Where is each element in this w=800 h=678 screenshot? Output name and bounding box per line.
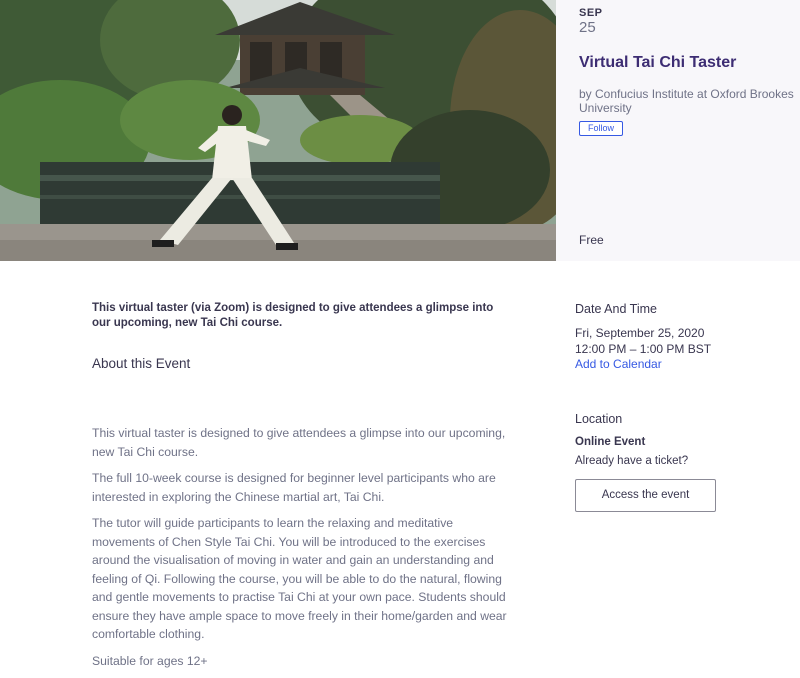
location-heading: Location xyxy=(575,412,623,426)
about-heading: About this Event xyxy=(92,356,191,371)
event-date: Fri, September 25, 2020 xyxy=(575,326,705,340)
event-location: Online Event xyxy=(575,436,646,448)
ticket-question: Already have a ticket? xyxy=(575,455,689,467)
access-event-button[interactable]: Access the event xyxy=(575,479,716,512)
event-title: Virtual Tai Chi Taster xyxy=(579,54,737,71)
event-month: SEP xyxy=(579,7,603,19)
organizer-name[interactable]: by Confucius Institute at Oxford Brookes… xyxy=(579,87,799,115)
description-paragraph: This virtual taster is designed to give … xyxy=(92,426,506,459)
event-day: 25 xyxy=(579,19,596,36)
event-image xyxy=(0,0,556,261)
description-paragraph: The full 10-week course is designed for … xyxy=(92,471,496,504)
event-summary: This virtual taster (via Zoom) is design… xyxy=(92,302,494,329)
description-paragraph: The tutor will guide participants to lea… xyxy=(92,516,507,641)
event-description: This virtual taster is designed to give … xyxy=(92,424,517,678)
date-time-heading: Date And Time xyxy=(575,302,657,316)
event-price: Free xyxy=(579,233,604,247)
event-time: 12:00 PM – 1:00 PM BST xyxy=(575,342,712,356)
description-paragraph: Suitable for ages 12+ xyxy=(92,653,208,668)
follow-button[interactable]: Follow xyxy=(579,121,623,136)
add-to-calendar-link[interactable]: Add to Calendar xyxy=(575,357,662,372)
event-hero xyxy=(0,0,800,261)
